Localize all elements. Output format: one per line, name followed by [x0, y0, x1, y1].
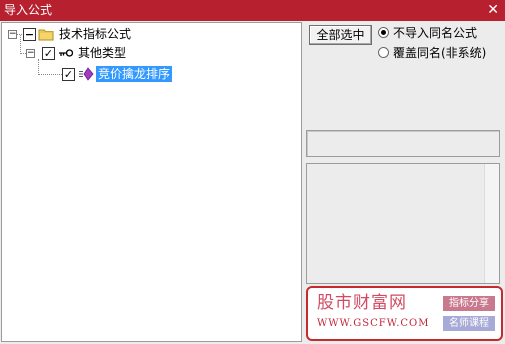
key-icon [58, 47, 74, 63]
node-checkbox[interactable]: ✓ [42, 47, 55, 60]
node-label: 其他类型 [78, 46, 127, 60]
brand-name: 股市财富网 [317, 293, 407, 313]
collapse-toggle[interactable]: − [8, 30, 17, 39]
node-checkbox[interactable]: − [23, 28, 36, 41]
indicator-share-tag[interactable]: 指标分享 [443, 296, 495, 311]
node-checkbox[interactable]: ✓ [62, 68, 75, 81]
tree-node-other-types[interactable]: − ✓ 其他类型 [2, 45, 202, 61]
close-icon[interactable]: ✕ [487, 2, 499, 18]
radio-button[interactable] [378, 47, 389, 58]
tree-node-formula[interactable]: ✓ 竞价擒龙排序 [2, 66, 202, 82]
node-label-selected[interactable]: 竞价擒龙排序 [96, 66, 173, 82]
vertical-scrollbar[interactable] [484, 164, 499, 283]
formula-description-box [306, 163, 500, 284]
folder-icon [38, 27, 54, 45]
node-label: 技术指标公式 [59, 27, 132, 41]
options-panel: 全部选中 不导入同名公式 覆盖同名(非系统) 股市财富网 WWW.GSCFW.C… [304, 22, 505, 344]
formula-diamond-icon [78, 67, 94, 85]
formula-tree[interactable]: − − 技术指标公式 − ✓ 其他类型 ✓ 竞价擒龙排序 [1, 22, 302, 342]
promo-banner[interactable]: 股市财富网 WWW.GSCFW.COM 指标分享 名师课程 [306, 286, 503, 341]
teacher-course-tag[interactable]: 名师课程 [443, 316, 495, 331]
tree-node-tech-indicators[interactable]: − − 技术指标公式 [2, 26, 202, 42]
radio-overwrite[interactable]: 覆盖同名(非系统) [378, 45, 486, 61]
radio-label: 覆盖同名(非系统) [393, 46, 487, 60]
radio-button-checked[interactable] [378, 27, 389, 38]
radio-label: 不导入同名公式 [393, 26, 478, 40]
title-bar: 导入公式 ✕ [0, 0, 505, 21]
window-title: 导入公式 [4, 3, 53, 17]
select-all-button[interactable]: 全部选中 [309, 25, 372, 45]
collapse-toggle[interactable]: − [26, 49, 35, 58]
brand-url: WWW.GSCFW.COM [317, 318, 430, 329]
formula-name-field [306, 130, 500, 157]
radio-no-import[interactable]: 不导入同名公式 [378, 25, 477, 41]
